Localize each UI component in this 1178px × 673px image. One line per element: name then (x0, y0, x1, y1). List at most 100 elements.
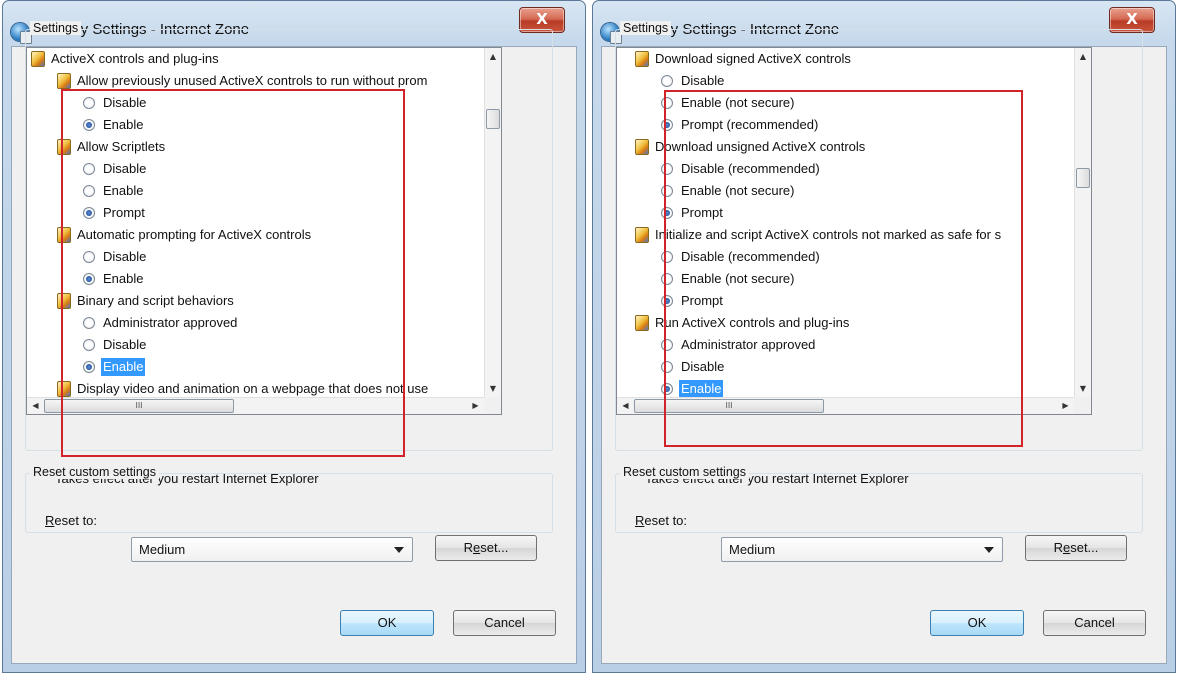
option-label: Administrator approved (103, 315, 238, 330)
radio-icon[interactable] (83, 251, 95, 263)
setting-label: Allow previously unused ActiveX controls… (77, 73, 428, 88)
scroll-right-arrow-icon[interactable]: ▶ (467, 398, 484, 414)
radio-icon[interactable] (661, 361, 673, 373)
cancel-button[interactable]: Cancel (1043, 610, 1146, 636)
radio-selected-icon[interactable] (661, 295, 673, 307)
option-label: Prompt (recommended) (681, 117, 819, 132)
setting-label: Binary and script behaviors (77, 293, 234, 308)
scrollbar-corner (484, 397, 501, 414)
radio-selected-icon[interactable] (83, 273, 95, 285)
radio-icon[interactable] (83, 317, 95, 329)
radio-selected-icon[interactable] (83, 119, 95, 131)
scroll-down-arrow-icon[interactable]: ▼ (1075, 380, 1091, 397)
scroll-up-arrow-icon[interactable]: ▲ (485, 48, 501, 65)
setting-label: Display video and animation on a webpage… (77, 381, 429, 396)
option-label: Enable (103, 117, 144, 132)
radio-icon[interactable] (83, 97, 95, 109)
option-label: Enable (103, 183, 144, 198)
option-label: Enable (not secure) (681, 95, 795, 110)
reset-level-value: Medium (139, 542, 186, 557)
setting-label: Download signed ActiveX controls (655, 51, 851, 66)
ok-button[interactable]: OK (340, 610, 434, 636)
horizontal-scroll-thumb[interactable]: III (44, 399, 234, 413)
option-label: Prompt (103, 205, 145, 220)
radio-selected-icon[interactable] (83, 207, 95, 219)
settings-shield-icon (57, 139, 71, 155)
security-settings-dialog-left: Security Settings - Internet Zone X Sett… (2, 0, 586, 673)
radio-selected-icon[interactable] (661, 383, 673, 395)
option-label: Disable (681, 359, 725, 374)
option-label: Prompt (681, 293, 723, 308)
settings-tree-list[interactable]: ActiveX controls and plug-ins Allow previ… (26, 47, 502, 415)
security-settings-dialog-right: Security Settings - Internet Zone X Sett… (592, 0, 1176, 673)
option-label: Enable (101, 358, 146, 376)
ok-button[interactable]: OK (930, 610, 1024, 636)
radio-selected-icon[interactable] (661, 207, 673, 219)
settings-shield-icon (57, 73, 71, 89)
setting-label: Allow Scriptlets (77, 139, 166, 154)
radio-icon[interactable] (83, 339, 95, 351)
horizontal-scroll-thumb[interactable]: III (634, 399, 824, 413)
radio-selected-icon[interactable] (83, 361, 95, 373)
scroll-up-arrow-icon[interactable]: ▲ (1075, 48, 1091, 65)
reset-to-label: Reset to: (635, 513, 688, 528)
setting-label: Download unsigned ActiveX controls (655, 139, 866, 154)
scroll-left-arrow-icon[interactable]: ◀ (617, 398, 634, 414)
radio-icon[interactable] (661, 97, 673, 109)
settings-shield-icon (57, 381, 71, 397)
radio-icon[interactable] (83, 185, 95, 197)
vertical-scrollbar[interactable]: ▲ ▼ (1074, 48, 1091, 397)
radio-icon[interactable] (661, 339, 673, 351)
chevron-down-icon (984, 547, 994, 553)
radio-selected-icon[interactable] (661, 119, 673, 131)
vertical-scroll-thumb[interactable] (486, 109, 500, 129)
settings-shield-icon (635, 139, 649, 155)
vertical-scrollbar[interactable]: ▲ ▼ (484, 48, 501, 397)
radio-icon[interactable] (661, 185, 673, 197)
option-label: Disable (103, 249, 147, 264)
option-label: Disable (recommended) (681, 249, 820, 264)
settings-shield-icon (31, 51, 45, 67)
chevron-down-icon (394, 547, 404, 553)
settings-tree-content: Download signed ActiveX controls Disable E… (617, 48, 1074, 397)
reset-button[interactable]: Reset... (435, 535, 537, 561)
radio-icon[interactable] (83, 163, 95, 175)
settings-group-label: Settings (30, 21, 82, 35)
horizontal-scrollbar[interactable]: ◀ III ▶ (617, 397, 1074, 414)
reset-level-dropdown[interactable]: Medium (131, 537, 413, 562)
setting-label: Initialize and script ActiveX controls n… (655, 227, 1002, 242)
settings-shield-icon (635, 315, 649, 331)
settings-shield-icon (635, 227, 649, 243)
settings-shield-icon (635, 51, 649, 67)
settings-group-label: Settings (620, 21, 672, 35)
scrollbar-corner (1074, 397, 1091, 414)
category-label: ActiveX controls and plug-ins (51, 51, 219, 66)
reset-button[interactable]: Reset... (1025, 535, 1127, 561)
setting-label: Run ActiveX controls and plug-ins (655, 315, 850, 330)
cancel-button[interactable]: Cancel (453, 610, 556, 636)
option-label: Enable (not secure) (681, 271, 795, 286)
reset-to-label: Reset to: (45, 513, 98, 528)
reset-level-dropdown[interactable]: Medium (721, 537, 1003, 562)
radio-icon[interactable] (661, 75, 673, 87)
option-label: Enable (103, 271, 144, 286)
vertical-scroll-thumb[interactable] (1076, 168, 1090, 188)
settings-shield-icon (57, 227, 71, 243)
radio-icon[interactable] (661, 273, 673, 285)
scroll-left-arrow-icon[interactable]: ◀ (27, 398, 44, 414)
radio-icon[interactable] (661, 251, 673, 263)
option-label: Prompt (681, 205, 723, 220)
reset-group-label: Reset custom settings (620, 465, 749, 479)
option-label: Disable (recommended) (681, 161, 820, 176)
settings-tree-list[interactable]: Download signed ActiveX controls Disable E… (616, 47, 1092, 415)
setting-label: Automatic prompting for ActiveX controls (77, 227, 312, 242)
reset-group-label: Reset custom settings (30, 465, 159, 479)
option-label: Enable (679, 380, 724, 397)
horizontal-scrollbar[interactable]: ◀ III ▶ (27, 397, 484, 414)
reset-custom-settings-group: Reset custom settings (615, 465, 1143, 533)
scroll-down-arrow-icon[interactable]: ▼ (485, 380, 501, 397)
scroll-right-arrow-icon[interactable]: ▶ (1057, 398, 1074, 414)
settings-tree-content: ActiveX controls and plug-ins Allow previ… (27, 48, 484, 397)
radio-icon[interactable] (661, 163, 673, 175)
option-label: Administrator approved (681, 337, 816, 352)
